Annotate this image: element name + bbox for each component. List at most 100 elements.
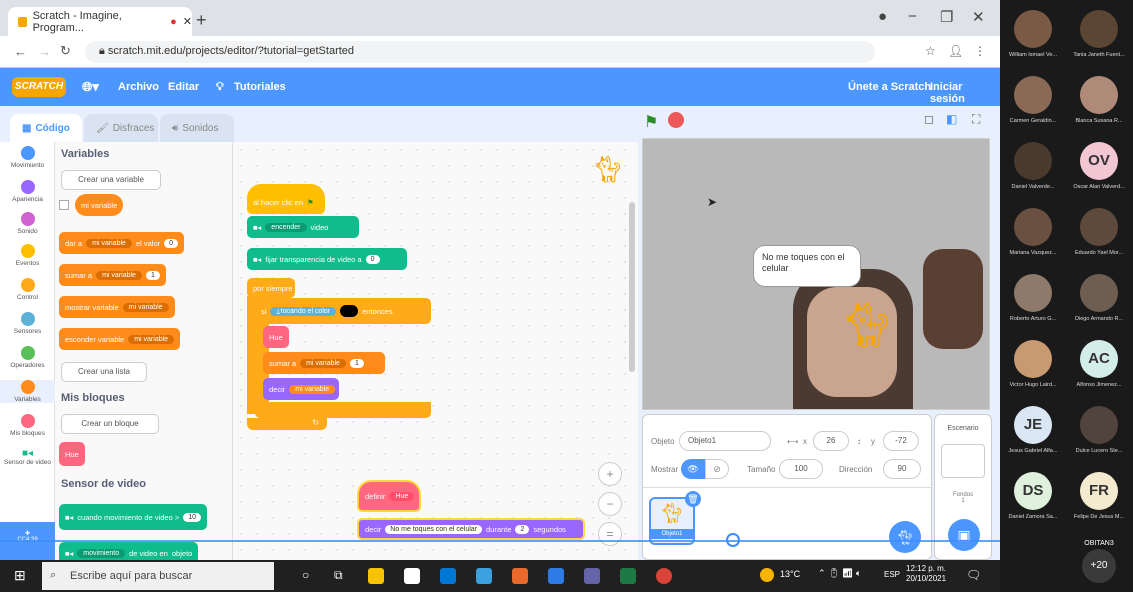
browser-tab[interactable]: Scratch - Imagine, Program... ● ✕ <box>8 7 192 36</box>
edge-icon[interactable] <box>548 568 564 584</box>
x-input[interactable]: 26 <box>813 431 849 451</box>
sprite-name-input[interactable]: Objeto1 <box>679 431 771 451</box>
add-sprite-button[interactable]: 🐈︎ <box>889 521 921 553</box>
add-backdrop-button[interactable]: ▣ <box>948 519 980 551</box>
say-for-secs-block[interactable]: decir No me toques con el celular durante 2… <box>357 518 585 540</box>
category-sound[interactable]: Sonido <box>0 212 55 235</box>
menu-tutorials[interactable]: Tutoriales <box>234 81 286 93</box>
stage-target-panel[interactable]: Escenario Fondos 1 ▣ <box>934 414 992 560</box>
more-participants-tile[interactable]: OBITAN3 +20 <box>1066 540 1132 583</box>
chrome-icon[interactable] <box>656 568 672 584</box>
zoom-in-button[interactable]: + <box>598 462 622 486</box>
turn-video-block[interactable]: ■◂ encender video <box>247 216 359 238</box>
show-visible-button[interactable]: 👁︎ <box>681 459 705 479</box>
tab-costumes[interactable]: 🖌︎ Disfraces <box>84 114 158 142</box>
hide-visible-button[interactable]: ⊘ <box>705 459 729 479</box>
bookmark-star-icon[interactable]: ☆ <box>925 44 936 58</box>
delete-sprite-icon[interactable]: 🗑︎ <box>685 491 701 507</box>
green-flag-icon[interactable]: ⚑ <box>644 112 658 132</box>
size-input[interactable]: 100 <box>779 459 823 479</box>
my-variable-reporter[interactable]: mi variable <box>75 194 124 216</box>
participant-tile[interactable]: Dulce Lucero Ste... <box>1066 406 1132 454</box>
category-variables[interactable]: Variables <box>0 380 55 403</box>
participant-tile[interactable]: Roberto Arturo G... <box>1000 274 1066 322</box>
large-stage-icon[interactable]: ◧ <box>946 112 957 126</box>
participant-tile[interactable]: Tania Janeth Fuent... <box>1066 10 1132 58</box>
tab-sounds[interactable]: 🔊︎ Sonidos <box>160 114 234 142</box>
y-input[interactable]: -72 <box>883 431 919 451</box>
stop-button[interactable] <box>668 112 684 128</box>
participant-tile[interactable]: FR Felipe De Jesus M... <box>1066 472 1132 520</box>
category-video-sensing[interactable]: ■◂ Sensor de video <box>0 448 55 466</box>
join-scratch-link[interactable]: Únete a Scratch <box>848 81 931 93</box>
category-motion[interactable]: Movimiento <box>0 146 55 169</box>
menu-edit[interactable]: Editar <box>168 81 199 93</box>
taskbar-clock[interactable]: 12:12 p. m. 20/10/2021 <box>906 564 946 585</box>
minimize-button[interactable]: − <box>908 8 917 25</box>
hue-custom-block[interactable]: Hue <box>59 442 85 466</box>
set-video-transparency-block[interactable]: ■◂ fijar transparencia de video a0 <box>247 248 407 270</box>
zoom-reset-button[interactable]: = <box>598 522 622 546</box>
change-variable-block[interactable]: sumar a mi variable 1 <box>263 352 385 374</box>
participant-tile[interactable]: JE Jesus Gabriel Alfa... <box>1000 406 1066 454</box>
small-stage-icon[interactable]: ◻ <box>924 112 934 126</box>
language-indicator[interactable]: ESP <box>884 570 900 579</box>
participant-tile[interactable]: Eduardo Yael Mor... <box>1066 208 1132 256</box>
store-icon[interactable] <box>404 568 420 584</box>
category-looks[interactable]: Apariencia <box>0 180 55 203</box>
maximize-button[interactable]: ❐ <box>940 8 953 26</box>
taskbar-search-input[interactable]: ⌕ Escribe aquí para buscar <box>42 562 274 590</box>
create-variable-button[interactable]: Crear una variable <box>61 170 161 190</box>
participant-tile[interactable]: OV Oscar Alan Valverd... <box>1066 142 1132 190</box>
cortana-icon[interactable]: ○ <box>302 568 309 582</box>
office-icon[interactable] <box>512 568 528 584</box>
color-swatch[interactable] <box>340 305 359 317</box>
video-progress-bar[interactable] <box>0 540 1000 542</box>
category-control[interactable]: Control <box>0 278 55 301</box>
show-variable-block[interactable]: mostrar variable mi variable <box>59 296 175 318</box>
forever-block[interactable]: por siempre <box>247 278 295 298</box>
account-icon[interactable]: 👤︎ <box>948 44 963 58</box>
cat-sprite-icon[interactable]: 🐈︎ <box>839 299 895 351</box>
if-then-block[interactable]: si ¿tocando el color entonces <box>255 298 431 324</box>
profile-icon[interactable]: ● <box>878 8 887 25</box>
participant-tile[interactable]: Diego Armando R... <box>1066 274 1132 322</box>
code-workspace[interactable]: al hacer clic en ⚑ ■◂ encender video ■◂ fija… <box>233 142 638 560</box>
mail-icon[interactable] <box>440 568 456 584</box>
category-operators[interactable]: Operadores <box>0 346 55 369</box>
category-my-blocks[interactable]: Mis bloques <box>0 414 55 437</box>
forward-arrow-icon[interactable]: → <box>38 44 51 59</box>
category-sensing[interactable]: Sensores <box>0 312 55 335</box>
scratch-logo[interactable]: SCRATCH <box>12 77 66 97</box>
hide-variable-block[interactable]: esconder variable mi variable <box>59 328 181 350</box>
hue-call-block[interactable]: Hue <box>263 326 289 348</box>
fullscreen-icon[interactable]: ⛶ <box>972 112 980 127</box>
system-tray-icons[interactable]: ⌃ 🔋︎ 📶︎ 🔈︎ <box>818 568 861 579</box>
file-explorer-icon[interactable] <box>368 568 384 584</box>
participant-tile[interactable]: Blanca Susana R... <box>1066 76 1132 124</box>
when-flag-clicked-block[interactable]: al hacer clic en ⚑ <box>247 184 325 214</box>
sign-in-link[interactable]: Iniciar sesión <box>930 81 1000 105</box>
participant-tile[interactable]: AC Alfonso Jimenez... <box>1066 340 1132 388</box>
direction-input[interactable]: 90 <box>883 459 921 479</box>
create-list-button[interactable]: Crear una lista <box>61 362 147 382</box>
participant-tile[interactable]: William Ismael Ve... <box>1000 10 1066 58</box>
task-view-icon[interactable]: ⧉ <box>334 568 343 583</box>
notification-icon[interactable]: 🗨︎ <box>966 568 981 582</box>
set-variable-block[interactable]: dar a mi variable el valor 0 <box>59 232 185 254</box>
tab-code[interactable]: ▦ Código <box>10 114 82 142</box>
create-block-button[interactable]: Crear un bloque <box>61 414 159 434</box>
category-events[interactable]: Eventos <box>0 244 55 267</box>
define-hue-block[interactable]: definir Hue <box>357 480 421 512</box>
excel-icon[interactable] <box>620 568 636 584</box>
participant-tile[interactable]: Victor Hugo Laird... <box>1000 340 1066 388</box>
meet-icon[interactable] <box>584 568 600 584</box>
participant-tile[interactable]: DS Daniel Zamora Sa... <box>1000 472 1066 520</box>
back-arrow-icon[interactable]: ← <box>14 44 27 59</box>
reload-icon[interactable]: ↻ <box>60 43 71 59</box>
participant-tile[interactable]: Mariana Vazquez... <box>1000 208 1066 256</box>
windows-start-icon[interactable]: ⊞ <box>14 567 26 584</box>
progress-handle[interactable] <box>726 533 740 547</box>
teams-icon[interactable] <box>476 568 492 584</box>
zoom-out-button[interactable]: − <box>598 492 622 516</box>
